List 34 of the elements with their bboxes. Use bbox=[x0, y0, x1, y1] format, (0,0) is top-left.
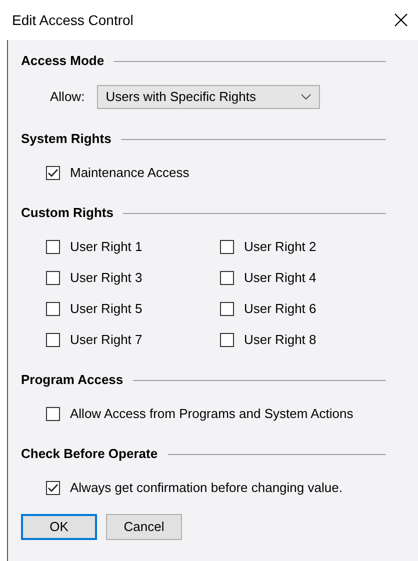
checkbox-label[interactable]: Allow Access from Programs and System Actions bbox=[70, 404, 354, 424]
section-heading: Program Access bbox=[21, 371, 124, 390]
checkbox[interactable] bbox=[220, 333, 234, 347]
chevron-down-icon bbox=[300, 94, 311, 100]
checkbox[interactable] bbox=[220, 240, 234, 254]
checkbox-label[interactable]: User Right 3 bbox=[70, 268, 142, 288]
checkbox-label[interactable]: User Right 5 bbox=[70, 299, 142, 319]
cancel-button[interactable]: Cancel bbox=[106, 514, 182, 540]
checkbox-label[interactable]: Always get confirmation before changing value. bbox=[70, 478, 342, 498]
section-heading: Access Mode bbox=[21, 52, 104, 70]
checkbox-label[interactable]: User Right 8 bbox=[244, 330, 316, 350]
checkbox[interactable] bbox=[220, 302, 234, 316]
checkbox[interactable] bbox=[46, 240, 60, 254]
ok-button[interactable]: OK bbox=[21, 514, 97, 540]
close-icon bbox=[394, 13, 408, 27]
checkbox-label[interactable]: User Right 1 bbox=[70, 237, 142, 257]
checkbox[interactable] bbox=[46, 407, 60, 421]
section-heading: Check Before Operate bbox=[21, 445, 158, 464]
checkbox[interactable] bbox=[46, 333, 60, 347]
checkbox[interactable] bbox=[220, 271, 234, 285]
checkbox[interactable] bbox=[46, 481, 60, 495]
checkbox-label[interactable]: User Right 4 bbox=[244, 268, 316, 288]
checkbox[interactable] bbox=[46, 166, 60, 180]
field-label: Allow: bbox=[50, 88, 85, 106]
checkbox[interactable] bbox=[46, 302, 60, 316]
checkbox-label[interactable]: User Right 2 bbox=[244, 237, 316, 257]
checkbox[interactable] bbox=[46, 271, 60, 285]
section-heading: System Rights bbox=[21, 130, 112, 148]
checkbox-label[interactable]: User Right 6 bbox=[244, 299, 316, 319]
dropdown[interactable]: Users with Specific Rights bbox=[96, 85, 320, 109]
checkbox-label[interactable]: Maintenance Access bbox=[70, 163, 190, 183]
window-title: Edit Access Control bbox=[12, 10, 134, 30]
checkbox-label[interactable]: User Right 7 bbox=[70, 330, 142, 350]
section-heading: Custom Rights bbox=[21, 204, 114, 222]
